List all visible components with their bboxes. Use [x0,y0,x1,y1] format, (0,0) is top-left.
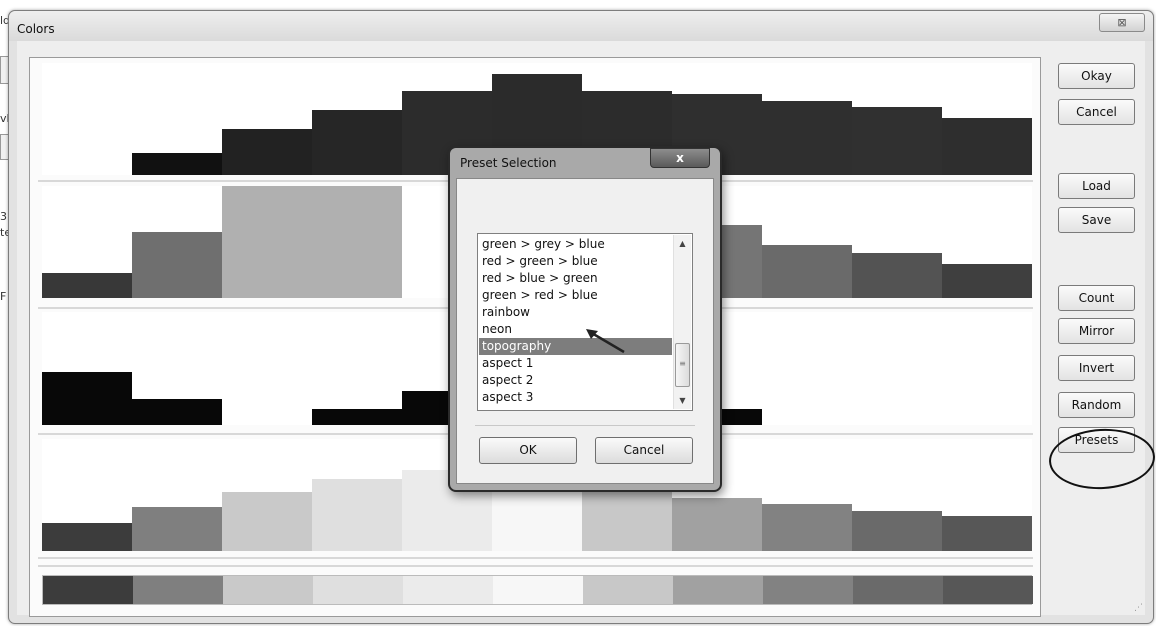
close-icon: x [676,151,684,165]
bg-fragment-3: 3 [0,210,7,223]
preset-item[interactable]: neon [479,321,672,338]
ok-button[interactable]: OK [479,437,577,464]
color-bar [132,507,222,551]
color-bar [312,110,402,175]
color-bar [672,498,762,551]
preset-item[interactable]: rainbow [479,304,672,321]
preset-item[interactable]: aspect 1 [479,355,672,372]
color-bar [312,409,402,425]
close-icon: ⊠ [1117,16,1127,29]
swatch-cell [853,576,943,604]
title-bar[interactable]: Colors ⊠ [9,11,1153,41]
color-bar [312,479,402,551]
color-gradient-preview [42,575,1033,605]
scrollbar-thumb[interactable]: ≡ [675,343,690,387]
swatch-cell [673,576,763,604]
row-separator [38,565,1033,567]
mirror-button[interactable]: Mirror [1058,318,1135,344]
color-bar [582,492,672,551]
invert-button[interactable]: Invert [1058,355,1135,381]
cancel-button[interactable]: Cancel [1058,99,1135,125]
color-bar [42,523,132,551]
preset-item[interactable]: red > green > blue [479,253,672,270]
color-bar [762,245,852,298]
swatch-cell [313,576,403,604]
color-bar [132,153,222,175]
save-button[interactable]: Save [1058,207,1135,233]
swatch-cell [943,576,1033,604]
dialog-cancel-button[interactable]: Cancel [595,437,693,464]
dialog-close-button[interactable]: x [650,148,710,168]
color-bar [762,101,852,175]
color-bar [942,118,1032,175]
color-bar [222,492,312,551]
bg-fragment-5: F [0,290,7,303]
swatch-cell [133,576,223,604]
swatch-cell [223,576,313,604]
preset-item[interactable]: topography [479,338,672,355]
window-close-button[interactable]: ⊠ [1099,13,1145,32]
count-button[interactable]: Count [1058,285,1135,311]
color-bar [222,186,312,298]
scroll-up-icon[interactable]: ▲ [674,235,691,252]
preset-item[interactable]: aspect 3 [479,389,672,406]
color-bar [42,372,132,425]
color-bar [42,273,132,298]
dialog-title: Preset Selection [460,156,557,170]
swatch-cell [763,576,853,604]
preset-selection-dialog: Preset Selection x green > grey > blue re… [448,146,722,492]
color-bar [312,186,402,298]
random-button[interactable]: Random [1058,392,1135,418]
color-bar [492,482,582,551]
resize-grip-icon[interactable]: ⋰ [1134,603,1143,613]
color-bar [942,516,1032,551]
vertical-scrollbar[interactable]: ▲ ≡ ▼ [673,235,691,409]
row-separator [38,557,1033,559]
swatch-cell [583,576,673,604]
swatch-cell [43,576,133,604]
pointer-arrow-annotation [586,329,625,354]
preset-item[interactable]: red > blue > green [479,270,672,287]
window-title: Colors [17,22,55,36]
dialog-divider [475,425,695,426]
color-bar [762,504,852,551]
swatch-cell [493,576,583,604]
color-bar [222,129,312,175]
okay-button[interactable]: Okay [1058,63,1135,89]
preset-listbox[interactable]: green > grey > blue red > green > blue red… [477,233,693,411]
preset-item[interactable]: aspect 2 [479,372,672,389]
swatch-cell [403,576,493,604]
scroll-down-icon[interactable]: ▼ [674,392,691,409]
color-bar [852,511,942,551]
color-bar [132,399,222,425]
load-button[interactable]: Load [1058,173,1135,199]
color-bar [942,264,1032,298]
color-bar [852,107,942,175]
color-bar [852,253,942,298]
color-bar [132,232,222,298]
preset-item[interactable]: green > grey > blue [479,236,672,253]
preset-item[interactable]: green > red > blue [479,287,672,304]
